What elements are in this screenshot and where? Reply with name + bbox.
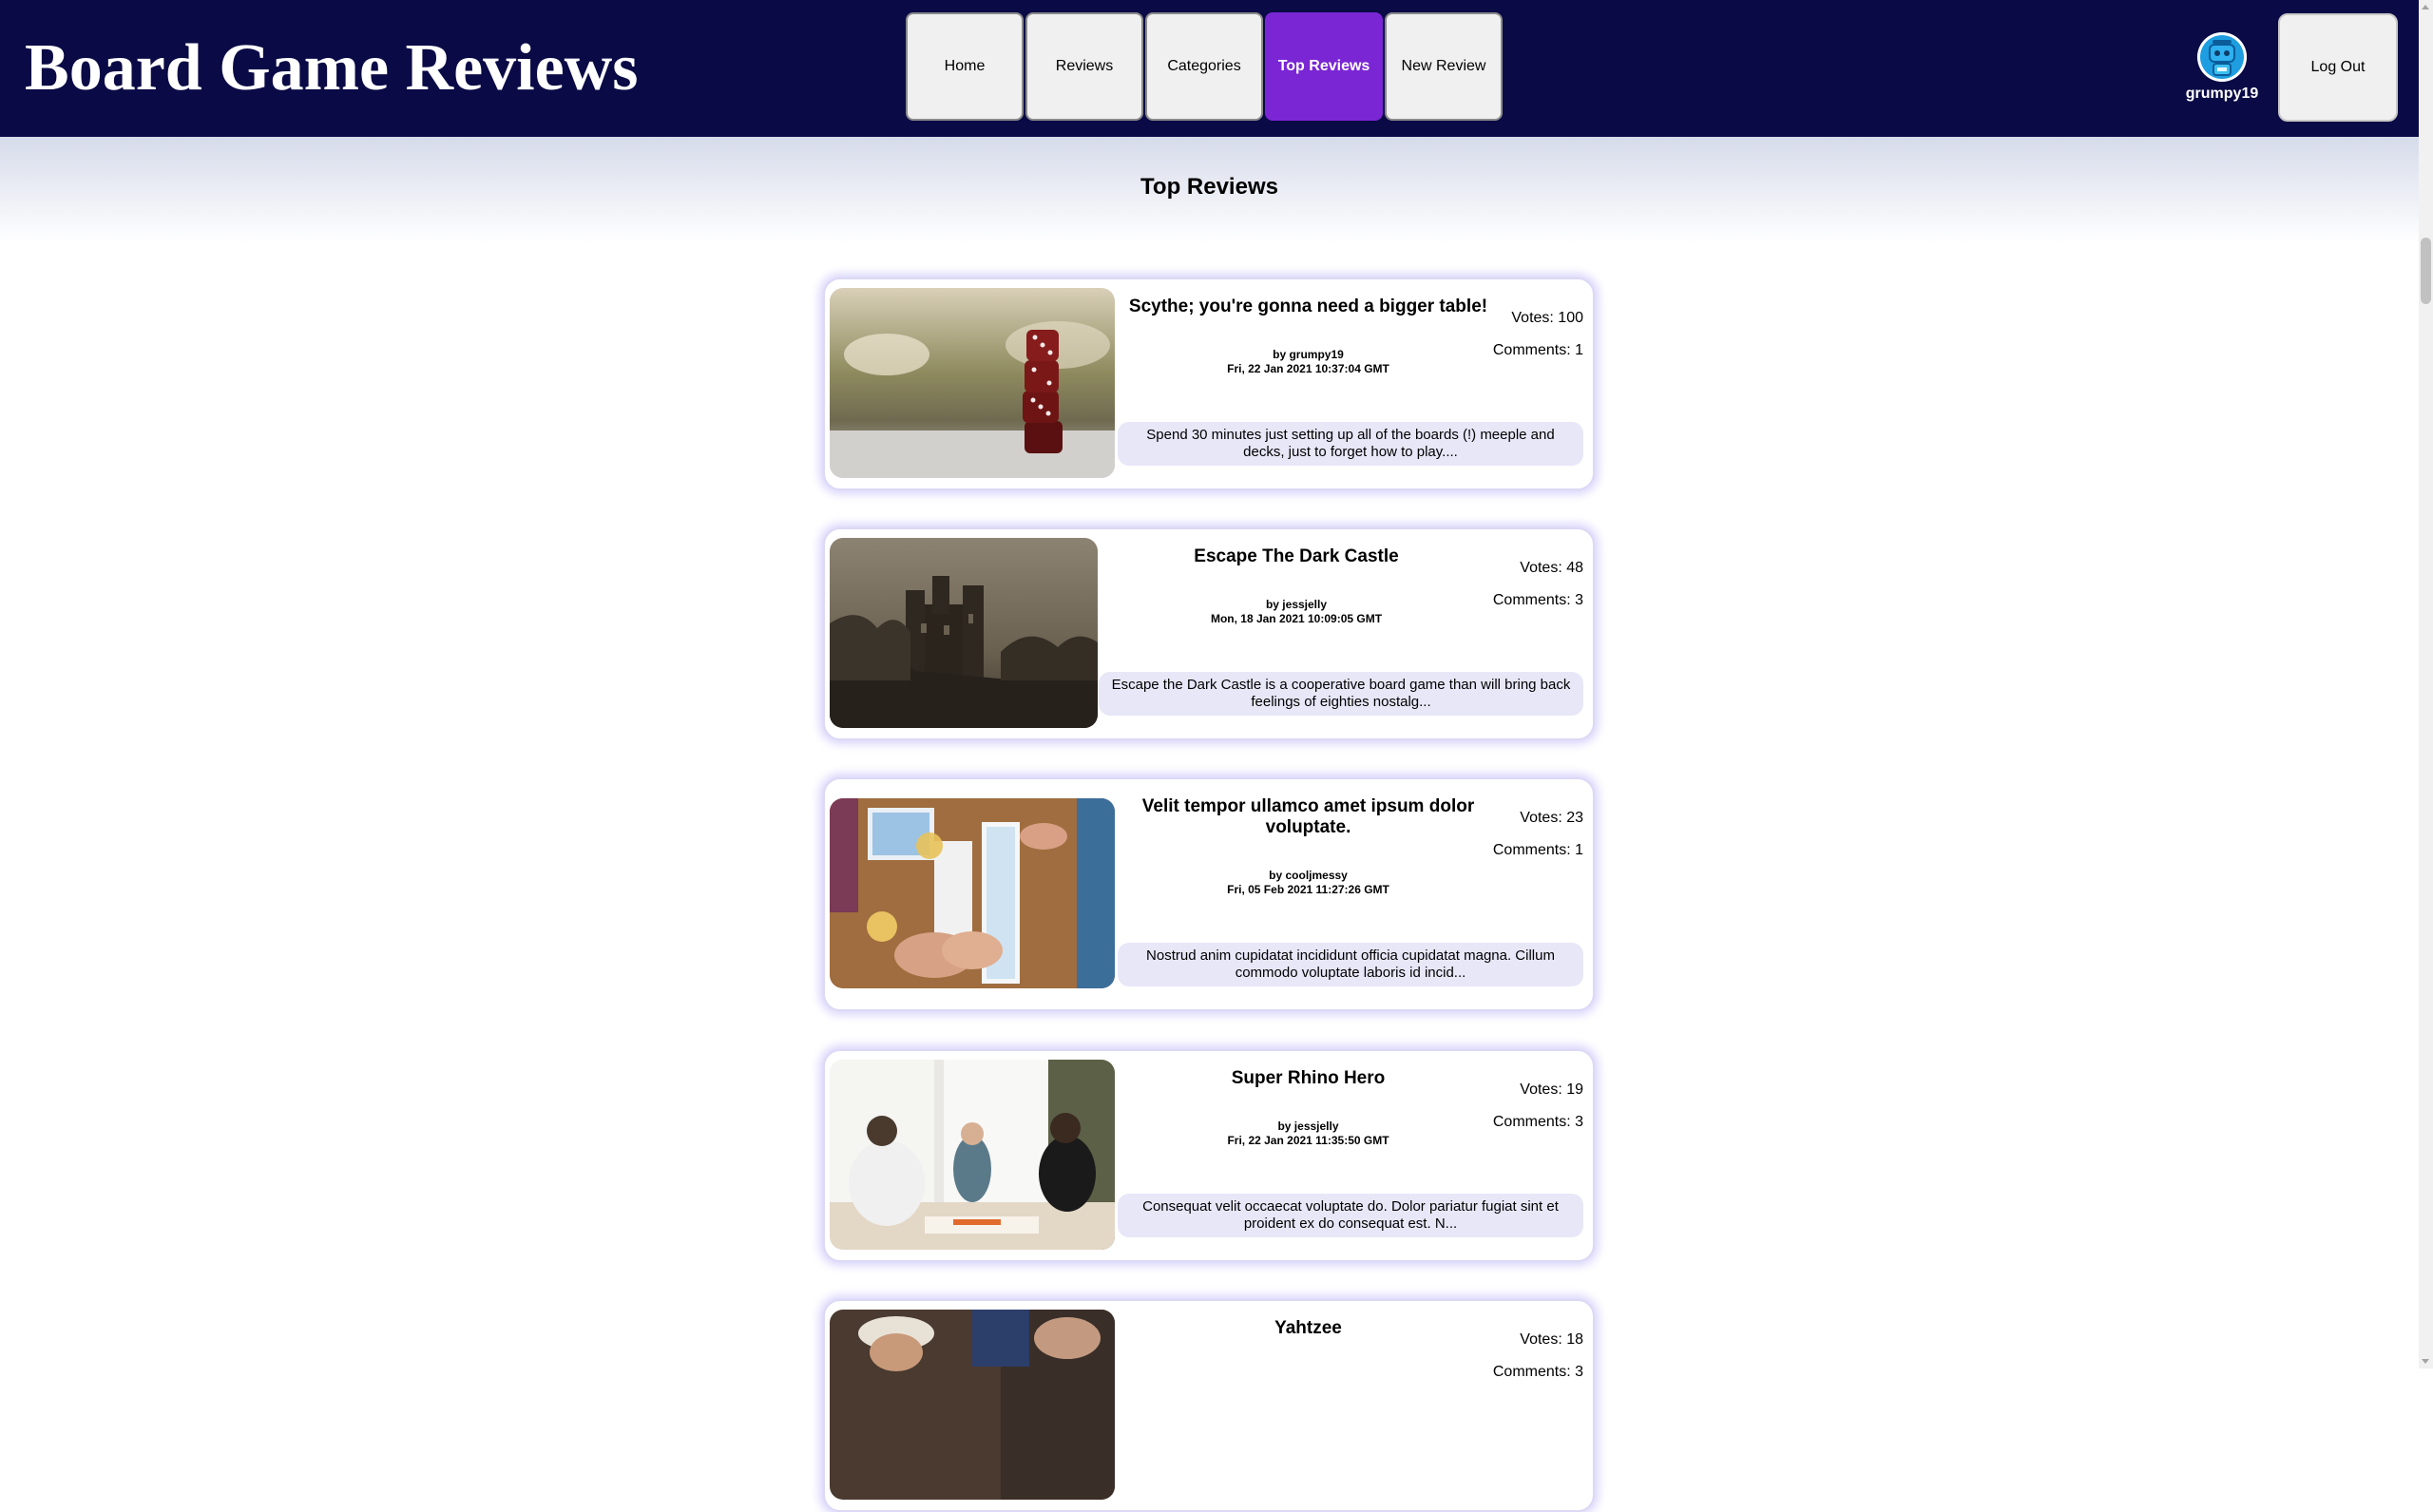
tabletop-game-photo[interactable] xyxy=(830,798,1115,988)
scroll-up-arrow-icon[interactable] xyxy=(2422,5,2429,10)
family-playing-photo[interactable] xyxy=(830,1060,1115,1250)
review-stats: Votes: 100 Comments: 1 xyxy=(1493,302,1583,367)
review-author: by jessjelly xyxy=(1265,598,1328,611)
review-title[interactable]: Super Rhino Hero xyxy=(1125,1068,1491,1089)
user-profile[interactable]: grumpy19 xyxy=(2176,32,2268,103)
review-card[interactable]: Scythe; you're gonna need a bigger table… xyxy=(823,278,1595,490)
review-stats: Votes: 19 Comments: 3 xyxy=(1493,1074,1583,1139)
review-title[interactable]: Escape The Dark Castle xyxy=(1106,546,1486,567)
logout-button[interactable]: Log Out xyxy=(2278,13,2398,122)
comment-count: Comments: 1 xyxy=(1492,842,1583,858)
review-stats: Votes: 18 Comments: 3 xyxy=(1493,1324,1583,1388)
comment-count: Comments: 3 xyxy=(1492,1114,1583,1130)
stacked-dice-photo[interactable] xyxy=(830,288,1115,478)
top-navigation-bar: Board Game Reviews Home Reviews Categori… xyxy=(0,0,2419,137)
comment-count: Comments: 1 xyxy=(1492,342,1583,358)
robot-avatar-icon[interactable] xyxy=(2197,32,2247,82)
comment-count: Comments: 3 xyxy=(1492,1364,1583,1380)
nav-categories-button[interactable]: Categories xyxy=(1145,12,1263,121)
vote-count: Votes: 18 xyxy=(1520,1331,1583,1348)
review-byline: by cooljmessy Fri, 05 Feb 2021 11:27:26 … xyxy=(1125,869,1491,897)
site-title: Board Game Reviews xyxy=(25,31,639,105)
nav-new-review-button[interactable]: New Review xyxy=(1385,12,1503,121)
review-byline: by jessjelly Mon, 18 Jan 2021 10:09:05 G… xyxy=(1106,598,1486,626)
review-date: Fri, 22 Jan 2021 11:35:50 GMT xyxy=(1227,1134,1389,1147)
review-author: by jessjelly xyxy=(1277,1120,1339,1133)
vote-count: Votes: 23 xyxy=(1520,810,1583,826)
review-date: Fri, 05 Feb 2021 11:27:26 GMT xyxy=(1227,883,1389,896)
review-title[interactable]: Scythe; you're gonna need a bigger table… xyxy=(1125,297,1491,317)
review-stats: Votes: 48 Comments: 3 xyxy=(1493,552,1583,617)
username[interactable]: grumpy19 xyxy=(2176,86,2268,103)
people-playing-photo[interactable] xyxy=(830,1310,1115,1500)
page-title: Top Reviews xyxy=(1140,174,1278,200)
nav-top-reviews-button[interactable]: Top Reviews xyxy=(1265,12,1383,121)
review-byline: by jessjelly Fri, 22 Jan 2021 11:35:50 G… xyxy=(1125,1120,1491,1148)
scrollbar-thumb[interactable] xyxy=(2421,238,2431,304)
comment-count: Comments: 3 xyxy=(1492,592,1583,608)
review-title[interactable]: Yahtzee xyxy=(1125,1318,1491,1339)
review-excerpt: Escape the Dark Castle is a cooperative … xyxy=(1099,672,1583,716)
review-card[interactable]: Yahtzee Votes: 18 Comments: 3 xyxy=(823,1299,1595,1512)
nav-reviews-button[interactable]: Reviews xyxy=(1025,12,1143,121)
vote-count: Votes: 48 xyxy=(1520,560,1583,576)
review-card[interactable]: Super Rhino Hero by jessjelly Fri, 22 Ja… xyxy=(823,1049,1595,1262)
main-nav: Home Reviews Categories Top Reviews New … xyxy=(906,12,1503,121)
review-excerpt: Nostrud anim cupidatat incididunt offici… xyxy=(1118,943,1583,986)
nav-home-button[interactable]: Home xyxy=(906,12,1024,121)
review-excerpt: Consequat velit occaecat voluptate do. D… xyxy=(1118,1194,1583,1237)
review-card[interactable]: Escape The Dark Castle by jessjelly Mon,… xyxy=(823,527,1595,740)
review-date: Mon, 18 Jan 2021 10:09:05 GMT xyxy=(1210,612,1383,625)
vote-count: Votes: 100 xyxy=(1511,310,1583,326)
dark-castle-photo[interactable] xyxy=(830,538,1098,728)
review-excerpt: Spend 30 minutes just setting up all of … xyxy=(1118,422,1583,466)
review-stats: Votes: 23 Comments: 1 xyxy=(1493,802,1583,867)
review-author: by cooljmessy xyxy=(1269,869,1348,882)
page-scrollbar[interactable] xyxy=(2419,0,2433,1368)
scroll-down-arrow-icon[interactable] xyxy=(2422,1359,2429,1364)
review-title[interactable]: Velit tempor ullamco amet ipsum dolor vo… xyxy=(1125,796,1491,838)
review-byline: by grumpy19 Fri, 22 Jan 2021 10:37:04 GM… xyxy=(1125,348,1491,376)
review-card[interactable]: Velit tempor ullamco amet ipsum dolor vo… xyxy=(823,777,1595,1011)
review-date: Fri, 22 Jan 2021 10:37:04 GMT xyxy=(1227,362,1389,375)
review-author: by grumpy19 xyxy=(1273,348,1344,361)
vote-count: Votes: 19 xyxy=(1520,1081,1583,1098)
